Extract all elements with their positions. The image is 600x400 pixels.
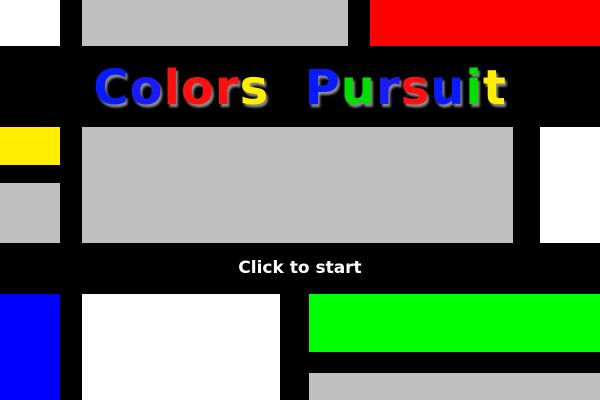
title-letter: u [430,60,466,116]
gray-block-bottom-right [309,373,600,400]
title-letter: P [304,60,341,116]
white-block-top-left [0,0,60,46]
title-letter: i [465,60,483,116]
title-letter: r [375,60,401,116]
game-canvas[interactable]: Colors Pursuit Click to start [0,0,600,400]
title-letter: t [482,60,507,116]
title-letter: o [129,60,164,116]
start-prompt[interactable]: Click to start [0,256,600,280]
green-block-bottom-right [309,294,600,352]
gray-block-top [82,0,348,46]
title-letter: u [340,60,376,116]
blue-block-bottom-left [0,294,60,400]
white-block-right [540,127,600,243]
title-letter: C [93,60,130,116]
title-letter [269,58,287,118]
title-letter: s [239,60,270,116]
red-block-top-right [370,0,600,46]
white-block-bottom [82,294,280,400]
title-letter: s [400,60,431,116]
title-letter: l [163,60,181,116]
yellow-block-left [0,127,60,165]
gray-block-left [0,183,60,243]
title-letter: r [214,60,240,116]
title-letter [287,58,305,118]
title-letter: o [180,60,215,116]
gray-block-center [82,127,513,243]
game-title: Colors Pursuit [0,58,600,118]
